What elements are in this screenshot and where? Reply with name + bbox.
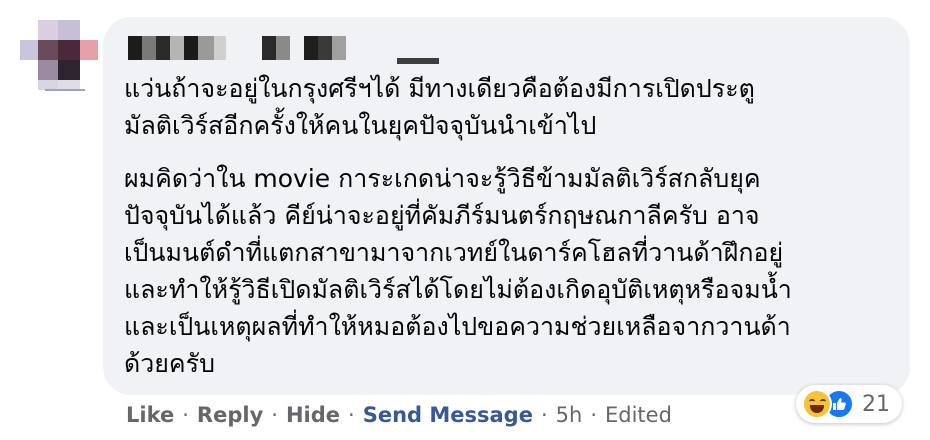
avatar-pixel [20, 40, 38, 60]
author-pixel [304, 36, 318, 60]
author-pixel [262, 36, 276, 60]
reply-button[interactable]: Reply [197, 403, 263, 427]
reaction-count: 21 [862, 391, 890, 417]
author-pixel [318, 36, 332, 60]
avatar-pixel [38, 40, 58, 60]
separator: · [271, 403, 278, 427]
avatar-pixel [80, 40, 98, 60]
haha-icon [802, 389, 832, 419]
author-pixel [142, 36, 156, 60]
separator: · [348, 403, 355, 427]
author-underline [397, 58, 439, 64]
author-pixel [198, 36, 214, 60]
separator: · [590, 403, 597, 427]
avatar-pixel [38, 20, 58, 40]
author-pixel [184, 36, 198, 60]
author-pixel [128, 36, 142, 60]
send-message-button[interactable]: Send Message [363, 403, 533, 427]
avatar-caption [45, 89, 85, 91]
separator: · [182, 403, 189, 427]
author-pixel [214, 36, 226, 60]
avatar-pixel [58, 20, 80, 40]
avatar-pixel [58, 60, 80, 80]
edited-label[interactable]: Edited [605, 403, 672, 427]
author-pixel [156, 36, 170, 60]
comment-actions: Like · Reply · Hide · Send Message · 5h … [126, 403, 672, 427]
like-button[interactable]: Like [126, 403, 174, 427]
author-pixel [276, 36, 290, 60]
author-pixel [170, 36, 184, 60]
comment-paragraph: แว่นถ้าจะอยู่ในกรุงศรีฯได้ มีทางเดียวคือ… [124, 74, 755, 140]
avatar-pixel [58, 40, 80, 60]
timestamp[interactable]: 5h [556, 403, 583, 427]
author-pixel [332, 36, 346, 60]
reactions-badge[interactable]: 21 [796, 385, 902, 423]
comment-text: แว่นถ้าจะอยู่ในกรุงศรีฯได้ มีทางเดียวคือ… [124, 70, 894, 398]
comment-paragraph: ผมคิดว่าใน movie การะเกดน่าจะรู้วิธีข้าม… [124, 164, 792, 378]
avatar-pixel [38, 60, 58, 80]
separator: · [540, 403, 548, 427]
avatar[interactable] [20, 20, 98, 90]
hide-button[interactable]: Hide [286, 403, 340, 427]
